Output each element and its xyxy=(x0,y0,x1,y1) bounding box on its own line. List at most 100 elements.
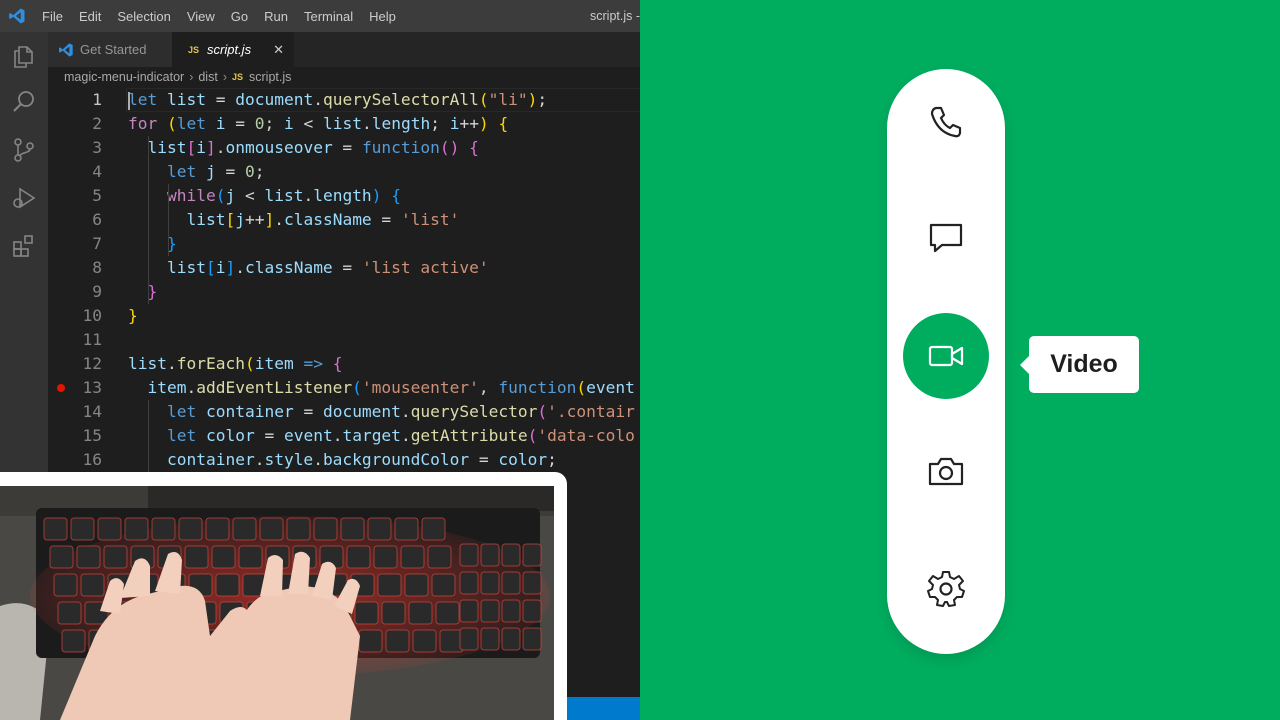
line-number: 10 xyxy=(82,306,103,325)
code-text: let list = document.querySelectorAll("li… xyxy=(128,90,548,109)
keyboard-key xyxy=(367,517,392,541)
line-number: 4 xyxy=(92,162,102,181)
line-number: 7 xyxy=(92,234,102,253)
code-editor[interactable]: 1 let list = document.querySelectorAll("l… xyxy=(48,88,640,488)
keyboard-key xyxy=(358,629,383,653)
explorer-icon[interactable] xyxy=(10,42,38,70)
chevron-right-icon: › xyxy=(189,70,194,84)
menu-help[interactable]: Help xyxy=(361,9,404,24)
menu-view[interactable]: View xyxy=(179,9,223,24)
menu-item-message[interactable] xyxy=(903,195,989,281)
js-file-icon: JS xyxy=(231,72,243,82)
keyboard-key xyxy=(412,629,437,653)
keyboard-key xyxy=(394,517,419,541)
code-text: list[i].className = 'list active' xyxy=(166,258,489,277)
keyboard-key xyxy=(522,627,542,651)
keyboard-key xyxy=(408,601,433,625)
menu-item-phone[interactable] xyxy=(903,79,989,165)
menu-file[interactable]: File xyxy=(34,9,71,24)
keyboard-key xyxy=(480,599,500,623)
settings-icon xyxy=(927,571,965,607)
line-number: 6 xyxy=(92,210,102,229)
breadcrumb-subfolder[interactable]: dist xyxy=(198,70,217,84)
tab-label: Get Started xyxy=(80,42,147,57)
indent-guide xyxy=(148,136,149,304)
menu-item-video[interactable] xyxy=(903,313,989,399)
line-number: 12 xyxy=(82,354,103,373)
magic-menu xyxy=(887,69,1005,654)
keyboard-key xyxy=(259,517,284,541)
code-line: 2 for (let i = 0; i < list.length; i++) { xyxy=(48,112,640,136)
tab-label: script.js xyxy=(207,42,252,57)
keyboard-key xyxy=(501,571,521,595)
keyboard-key xyxy=(151,517,176,541)
menu-selection[interactable]: Selection xyxy=(109,9,178,24)
phone-icon xyxy=(930,106,962,138)
code-text: let color = event.target.getAttribute('d… xyxy=(166,426,635,445)
line-number: 8 xyxy=(92,258,102,277)
keyboard-key xyxy=(501,543,521,567)
keyboard-key xyxy=(61,629,86,653)
code-text: list[j++].className = 'list' xyxy=(186,210,460,229)
menu-item-settings[interactable] xyxy=(903,545,989,631)
keyboard-key xyxy=(381,601,406,625)
keyboard-key xyxy=(232,517,257,541)
vscode-icon xyxy=(59,42,73,57)
search-icon[interactable] xyxy=(10,88,38,116)
run-debug-icon[interactable] xyxy=(10,184,38,212)
keyboard-key xyxy=(480,627,500,651)
keyboard-key xyxy=(103,545,128,569)
keyboard-key xyxy=(385,629,410,653)
breadcrumb: magic-menu-indicator › dist › JS script.… xyxy=(64,68,291,86)
menu-run[interactable]: Run xyxy=(256,9,296,24)
code-line: 5 while(j < list.length) { xyxy=(48,184,640,208)
line-number: 16 xyxy=(82,450,103,469)
keyboard-key xyxy=(313,517,338,541)
tab-script-js[interactable]: JS script.js ✕ xyxy=(172,32,294,67)
keyboard-key xyxy=(522,543,542,567)
keyboard-key xyxy=(43,517,68,541)
menu-edit[interactable]: Edit xyxy=(71,9,109,24)
source-control-icon[interactable] xyxy=(10,136,38,164)
breadcrumb-folder[interactable]: magic-menu-indicator xyxy=(64,70,184,84)
keyboard-key xyxy=(459,627,479,651)
breadcrumb-file[interactable]: script.js xyxy=(249,70,291,84)
code-line: 13 item.addEventListener('mouseenter', f… xyxy=(48,376,640,400)
code-line: 9 } xyxy=(48,280,640,304)
menu-terminal[interactable]: Terminal xyxy=(296,9,361,24)
menu-tooltip: Video xyxy=(1029,336,1139,393)
message-icon xyxy=(929,223,963,253)
keyboard-key xyxy=(340,517,365,541)
code-text: for (let i = 0; i < list.length; i++) { xyxy=(128,114,509,133)
keyboard-key xyxy=(522,571,542,595)
chevron-right-icon: › xyxy=(222,70,227,84)
keyboard-key xyxy=(184,545,209,569)
keyboard-video-image xyxy=(0,486,554,720)
keyboard-key xyxy=(97,517,122,541)
text-cursor xyxy=(128,92,130,110)
keyboard-key xyxy=(49,545,74,569)
extensions-icon[interactable] xyxy=(10,232,38,260)
keyboard-key xyxy=(53,573,78,597)
line-number: 13 xyxy=(82,378,103,397)
keyboard-key xyxy=(480,543,500,567)
code-line: 7 } xyxy=(48,232,640,256)
keyboard-key xyxy=(178,517,203,541)
menu-go[interactable]: Go xyxy=(223,9,256,24)
tab-get-started[interactable]: Get Started xyxy=(48,32,172,67)
webcam-overlay xyxy=(0,472,567,720)
keyboard-key xyxy=(205,517,230,541)
preview-pane: Video xyxy=(640,0,1280,720)
keyboard-key xyxy=(124,517,149,541)
keyboard-key xyxy=(459,571,479,595)
code-line: 11 xyxy=(48,328,640,352)
code-line: 1 let list = document.querySelectorAll("l… xyxy=(48,88,640,112)
code-text: item.addEventListener('mouseenter', func… xyxy=(147,378,635,397)
keyboard-key xyxy=(431,573,456,597)
menu-item-camera[interactable] xyxy=(903,429,989,515)
close-icon[interactable]: ✕ xyxy=(273,42,284,58)
keyboard-key xyxy=(76,545,101,569)
line-number: 15 xyxy=(82,426,103,445)
code-line: 16 container.style.backgroundColor = col… xyxy=(48,448,640,472)
tab-bar: Get Started JS script.js ✕ xyxy=(48,32,640,67)
